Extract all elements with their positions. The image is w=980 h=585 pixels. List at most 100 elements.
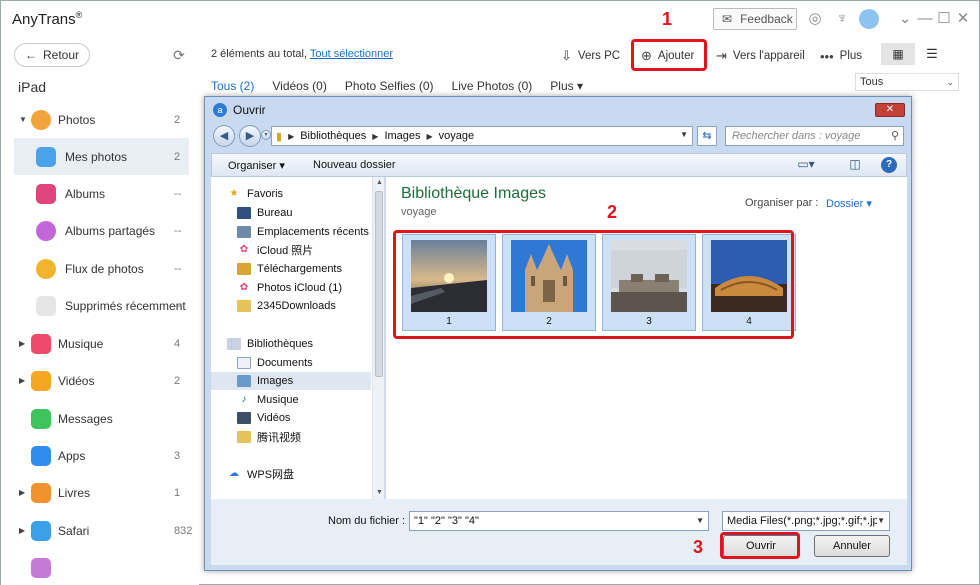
grid-view-icon[interactable]: ▦ <box>881 43 915 65</box>
feedback-button[interactable]: ✉ Feedback <box>713 8 797 30</box>
cancel-button[interactable]: Annuler <box>814 535 890 557</box>
images-icon <box>237 375 251 387</box>
folder-icon <box>237 431 251 443</box>
photo-stream-icon <box>36 258 56 279</box>
address-bar[interactable]: ▮ ▶ Bibliothèques ▶ Images ▶ voyage ▼ <box>271 126 693 146</box>
sidebar-item-my-photos[interactable]: Mes photos 2 <box>14 138 189 175</box>
forward-arrow-icon[interactable]: ▶ <box>239 125 261 147</box>
recent-places-icon <box>237 226 251 238</box>
search-icon[interactable]: ◎ <box>806 10 824 28</box>
music-icon: ♪ <box>241 394 247 405</box>
sidebar-item-music[interactable]: ▶ Musique 4 <box>1 325 199 362</box>
tab-selfies[interactable]: Photo Selfies (0) <box>345 79 434 95</box>
to-pc-button[interactable]: ⇩ Vers PC <box>561 45 620 67</box>
breadcrumb-images[interactable]: Images <box>384 130 420 142</box>
nav-recent-places[interactable]: Emplacements récents <box>237 223 384 241</box>
library-subtitle: voyage <box>401 206 437 218</box>
select-all-link[interactable]: Tout sélectionner <box>310 48 393 60</box>
history-dropdown-icon[interactable]: ▾ <box>261 130 271 140</box>
sidebar-item-safari[interactable]: ▶ Safari 832 <box>1 512 199 549</box>
nav-wps-cloud[interactable]: ☁ WPS网盘 <box>227 465 384 483</box>
more-button[interactable]: ••• Plus <box>820 45 862 67</box>
cloud-icon: ☁ <box>229 468 239 479</box>
sidebar-item-recently-deleted[interactable]: Supprimés récemment -- <box>1 287 199 324</box>
sidebar-item-photos[interactable]: ▼ Photos 2 <box>1 101 199 138</box>
nav-downloads[interactable]: Téléchargements <box>237 260 384 278</box>
nav-images[interactable]: Images <box>211 372 371 390</box>
photos-icon <box>31 109 51 130</box>
shirt-icon[interactable]: ♆ <box>833 10 851 28</box>
breadcrumb-voyage[interactable]: voyage <box>439 130 474 142</box>
nav-scrollbar[interactable]: ▲ ▼ <box>372 177 384 499</box>
sidebar-item-shared-albums[interactable]: Albums partagés -- <box>1 212 199 249</box>
nav-2345downloads[interactable]: 2345Downloads <box>237 297 384 315</box>
sidebar-item-partial[interactable] <box>1 549 199 585</box>
nav-music[interactable]: ♪ Musique <box>237 391 384 409</box>
to-device-button[interactable]: ⇥ Vers l'appareil <box>716 45 805 67</box>
dialog-title: a Ouvrir <box>213 103 266 117</box>
chevron-down-icon[interactable]: ▼ <box>680 130 688 139</box>
organize-menu[interactable]: Organiser ▾ <box>228 159 285 172</box>
sidebar-item-videos[interactable]: ▶ Vidéos 2 <box>1 362 199 399</box>
avatar[interactable] <box>859 9 879 29</box>
filetype-select[interactable]: Media Files(*.png;*.jpg;*.gif;*.jp ▼ <box>722 511 890 531</box>
refresh-icon[interactable]: ⟳ <box>171 47 187 63</box>
new-folder-button[interactable]: Nouveau dossier <box>313 159 396 171</box>
view-options-icon[interactable]: ▭▾ <box>797 157 815 173</box>
annotation-number-2: 2 <box>607 202 618 222</box>
nav-libraries[interactable]: Bibliothèques <box>227 335 384 353</box>
scroll-thumb[interactable] <box>375 191 383 377</box>
tab-more[interactable]: Plus ▾ <box>550 79 583 95</box>
nav-desktop[interactable]: Bureau <box>237 204 384 222</box>
filter-select[interactable]: Tous ⌄ <box>855 73 959 91</box>
arrange-by-select[interactable]: Dossier ▾ <box>826 197 872 210</box>
maximize-icon[interactable]: ☐ <box>935 10 953 28</box>
search-input[interactable]: Rechercher dans : voyage ⚲ <box>725 126 904 146</box>
annotation-box-2 <box>393 230 794 339</box>
filename-input[interactable]: "1" "2" "3" "4" ▼ <box>409 511 709 531</box>
tab-videos[interactable]: Vidéos (0) <box>272 79 326 95</box>
folder-icon <box>237 300 251 312</box>
back-button[interactable]: ← Retour <box>14 43 90 67</box>
nav-favorites[interactable]: ★ Favoris <box>227 185 384 203</box>
help-icon[interactable]: ? <box>881 157 897 173</box>
list-view-icon[interactable]: ☰ <box>921 43 943 65</box>
send-icon: ⇥ <box>716 48 727 63</box>
navigation-pane: ★ Favoris Bureau Emplacements récents ✿ iC… <box>211 177 385 499</box>
sidebar-item-books[interactable]: ▶ Livres 1 <box>1 474 199 511</box>
dialog-close-icon[interactable]: ✕ <box>875 103 905 117</box>
sidebar-item-messages[interactable]: Messages <box>1 400 199 437</box>
tab-live-photos[interactable]: Live Photos (0) <box>452 79 533 95</box>
scroll-up-icon[interactable]: ▲ <box>376 179 383 186</box>
chevron-down-icon[interactable]: ▼ <box>696 512 704 530</box>
refresh-icon[interactable]: ⇆ <box>697 126 717 146</box>
more-icon: ••• <box>820 48 834 64</box>
books-icon <box>31 482 51 503</box>
trash-icon <box>36 295 56 316</box>
icloud-photos-icon: ✿ <box>239 282 249 293</box>
tab-all[interactable]: Tous (2) <box>211 79 254 95</box>
content-toolbar: 2 éléments au total, Tout sélectionner ⇩… <box>199 37 979 73</box>
back-arrow-icon[interactable]: ◀ <box>213 125 235 147</box>
scroll-down-icon[interactable]: ▼ <box>376 489 383 496</box>
icloud-photos-icon: ✿ <box>239 244 249 255</box>
annotation-number-1: 1 <box>662 9 673 29</box>
nav-videos[interactable]: Vidéos <box>237 409 384 427</box>
sidebar-item-albums[interactable]: Albums -- <box>1 175 199 212</box>
breadcrumb-libraries[interactable]: Bibliothèques <box>300 130 366 142</box>
minimize-icon[interactable]: — <box>916 10 934 28</box>
preview-pane-icon[interactable]: ◫ <box>846 157 864 173</box>
nav-icloud-photos[interactable]: ✿ Photos iCloud (1) <box>237 279 384 297</box>
close-icon[interactable]: ✕ <box>954 10 972 28</box>
chevron-down-icon[interactable]: ⌄ <box>896 10 914 28</box>
nav-documents[interactable]: Documents <box>237 354 384 372</box>
nav-icloud-photos-cn[interactable]: ✿ iCloud 照片 <box>237 241 384 259</box>
nav-tencent-video[interactable]: 腾讯视频 <box>237 428 384 446</box>
sidebar-item-photo-stream[interactable]: Flux de photos -- <box>1 250 199 287</box>
sidebar: ← Retour ⟳ iPad ▼ Photos 2 Mes photos 2 … <box>1 37 199 585</box>
albums-icon <box>36 183 56 204</box>
chevron-down-icon[interactable]: ▼ <box>877 512 885 530</box>
app-window: AnyTrans® ✉ Feedback ◎ ♆ ⌄ — ☐ ✕ ← Retou… <box>0 0 980 585</box>
app-title: AnyTrans® <box>12 10 83 28</box>
sidebar-item-apps[interactable]: Apps 3 <box>1 437 199 474</box>
